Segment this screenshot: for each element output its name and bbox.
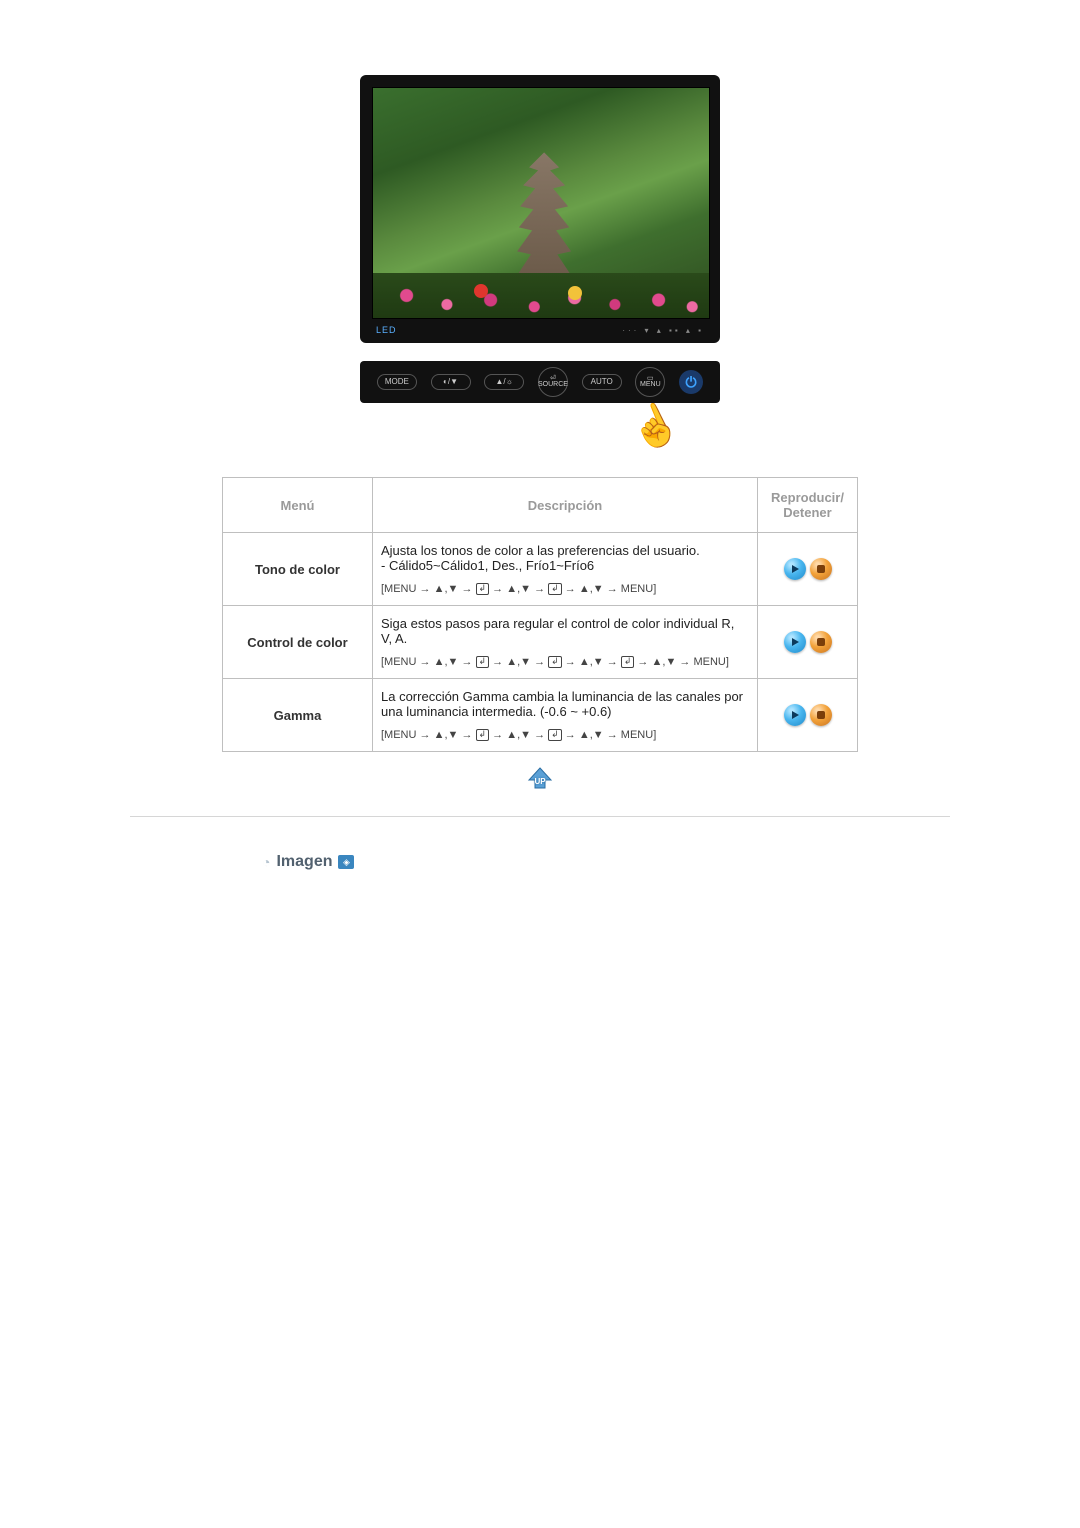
bullet-icon: ◔ — [262, 855, 270, 869]
lantern-red — [474, 284, 488, 298]
row-desc: La corrección Gamma cambia la luminancia… — [373, 679, 758, 752]
table-row: GammaLa corrección Gamma cambia la lumin… — [223, 679, 858, 752]
power-icon: ⏻ — [686, 374, 697, 391]
play-icon[interactable] — [784, 704, 806, 726]
stop-icon[interactable] — [810, 704, 832, 726]
section-title: Imagen — [276, 853, 332, 871]
row-actions — [758, 679, 858, 752]
monitor-illustration: LED ··· ▾ ▴ ▪▪ ▴ ▪ MODE ◐/▼ ▲/☼ ⏎ SOURCE… — [360, 75, 720, 447]
divider — [130, 816, 950, 817]
up-label: UP — [534, 777, 545, 786]
monitor-screen — [372, 87, 710, 319]
th-action: Reproducir/ Detener — [758, 478, 858, 533]
pointing-hand-icon: ☝ — [624, 398, 686, 455]
row-sequence: [MENU → ▲,▼ → ↲ → ▲,▼ → ↲ → ▲,▼ → ↲ → ▲,… — [381, 656, 749, 668]
source-button[interactable]: ⏎ SOURCE — [538, 367, 568, 397]
row-actions — [758, 533, 858, 606]
row-menu: Tono de color — [223, 533, 373, 606]
auto-button[interactable]: AUTO — [582, 374, 622, 390]
menu-label: MENU — [640, 382, 661, 388]
up-link[interactable]: UP — [0, 766, 1080, 786]
table-row: Control de colorSiga estos pasos para re… — [223, 606, 858, 679]
th-desc: Descripción — [373, 478, 758, 533]
lantern-yellow — [568, 286, 582, 300]
menu-table-wrap: Menú Descripción Reproducir/ Detener Ton… — [222, 477, 858, 752]
th-menu: Menú — [223, 478, 373, 533]
led-ticks: ··· ▾ ▴ ▪▪ ▴ ▪ — [622, 326, 704, 335]
stop-icon[interactable] — [810, 558, 832, 580]
row-actions — [758, 606, 858, 679]
play-icon[interactable] — [784, 558, 806, 580]
power-button[interactable]: ⏻ — [679, 370, 703, 394]
row-desc: Ajusta los tonos de color a las preferen… — [373, 533, 758, 606]
menu-button[interactable]: ▭ MENU — [635, 367, 665, 397]
table-header-row: Menú Descripción Reproducir/ Detener — [223, 478, 858, 533]
flowers-graphic — [373, 273, 709, 318]
led-label: LED — [376, 325, 397, 335]
led-bar: LED ··· ▾ ▴ ▪▪ ▴ ▪ — [372, 319, 708, 337]
play-icon[interactable] — [784, 631, 806, 653]
section-icon: ◈ — [338, 855, 354, 869]
stop-icon[interactable] — [810, 631, 832, 653]
row-desc: Siga estos pasos para regular el control… — [373, 606, 758, 679]
table-row: Tono de colorAjusta los tonos de color a… — [223, 533, 858, 606]
menu-table: Menú Descripción Reproducir/ Detener Ton… — [222, 477, 858, 752]
row-menu: Gamma — [223, 679, 373, 752]
monitor-bezel: LED ··· ▾ ▴ ▪▪ ▴ ▪ — [360, 75, 720, 343]
source-label: SOURCE — [538, 382, 568, 388]
row-menu: Control de color — [223, 606, 373, 679]
row-sequence: [MENU → ▲,▼ → ↲ → ▲,▼ → ↲ → ▲,▼ → MENU] — [381, 729, 749, 741]
section-header-imagen: ◔ Imagen ◈ — [182, 853, 898, 871]
contrast-down-button[interactable]: ◐/▼ — [431, 374, 471, 390]
bright-up-button[interactable]: ▲/☼ — [484, 374, 524, 390]
row-sequence: [MENU → ▲,▼ → ↲ → ▲,▼ → ↲ → ▲,▼ → MENU] — [381, 583, 749, 595]
mode-button[interactable]: MODE — [377, 374, 417, 390]
